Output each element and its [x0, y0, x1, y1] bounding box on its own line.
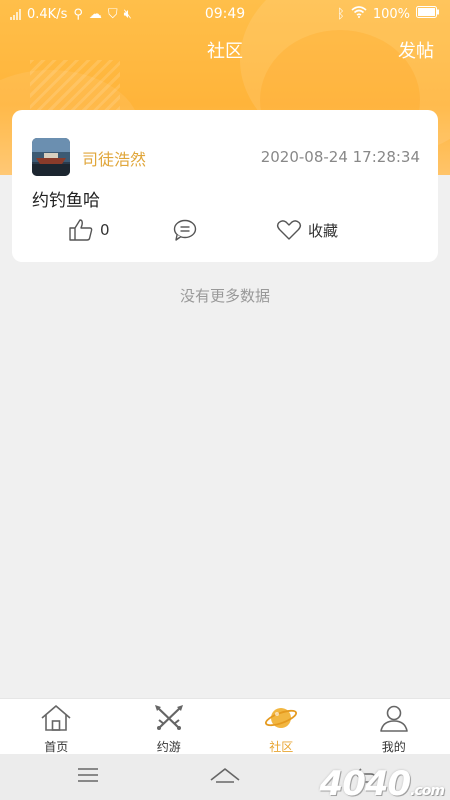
cloud-icon: ☁: [88, 6, 102, 22]
title-bar: 社区 发帖: [0, 28, 450, 72]
net-speed: 0.4K/s: [27, 6, 68, 22]
post-content: 约钓鱼哈: [32, 191, 100, 211]
favorite-button[interactable]: 收藏: [276, 214, 338, 246]
tab-community-label: 社区: [269, 740, 294, 754]
home-nav-icon: [209, 766, 241, 788]
wifi-icon: [351, 6, 367, 22]
mute-icon: 🔇︎: [123, 6, 132, 22]
page-title: 社区: [207, 41, 243, 62]
like-count: 0: [100, 221, 110, 239]
usb-icon: ⚲: [73, 6, 83, 22]
post-button[interactable]: 发帖: [398, 37, 434, 63]
home-icon: [39, 704, 73, 736]
comment-icon: [172, 218, 198, 242]
no-more-data-text: 没有更多数据: [179, 287, 270, 305]
tab-yueyou-label: 约游: [156, 740, 181, 754]
battery-icon: [416, 6, 440, 22]
tab-home[interactable]: 首页: [0, 699, 113, 754]
bottom-tab-bar: 首页 约游 社区 我的: [0, 698, 450, 754]
tab-mine-label: 我的: [381, 740, 406, 754]
watermark-logo: 4040.com: [319, 764, 445, 800]
tab-yueyou[interactable]: 约游: [113, 699, 226, 754]
post-username[interactable]: 司徒浩然: [82, 146, 146, 170]
battery-level: 100%: [372, 6, 410, 22]
comment-button[interactable]: [172, 214, 198, 246]
clock: 09:49: [204, 6, 246, 22]
tab-mine[interactable]: 我的: [338, 699, 450, 754]
shield-icon: ⛉: [107, 6, 118, 22]
menu-icon: [76, 766, 100, 788]
home-nav-button[interactable]: [205, 762, 245, 792]
person-icon: [377, 704, 411, 736]
like-button[interactable]: 0: [68, 214, 110, 246]
favorite-label: 收藏: [308, 221, 339, 240]
post-datetime: 2020-08-24 17:28:34: [260, 148, 420, 166]
signal-icon: [10, 8, 21, 20]
crossed-swords-icon: [152, 704, 186, 736]
tab-home-label: 首页: [44, 740, 69, 754]
bluetooth-icon: ᛒ: [337, 6, 345, 22]
watermark-suffix: .com: [410, 783, 445, 799]
post-actions: 0 收藏: [12, 214, 438, 246]
planet-icon: [264, 704, 298, 736]
status-bar: 0.4K/s ⚲ ☁ ⛉ 🔇︎ 09:49 ᛒ 100%: [0, 0, 450, 28]
menu-nav-button[interactable]: [68, 762, 108, 792]
avatar[interactable]: [32, 138, 70, 176]
post-card[interactable]: 司徒浩然 2020-08-24 17:28:34 约钓鱼哈 0 收藏: [12, 110, 438, 262]
heart-icon: [276, 219, 302, 241]
thumbs-up-icon: [68, 218, 94, 242]
watermark-text: 4040: [319, 764, 412, 800]
tab-community[interactable]: 社区: [225, 699, 338, 754]
